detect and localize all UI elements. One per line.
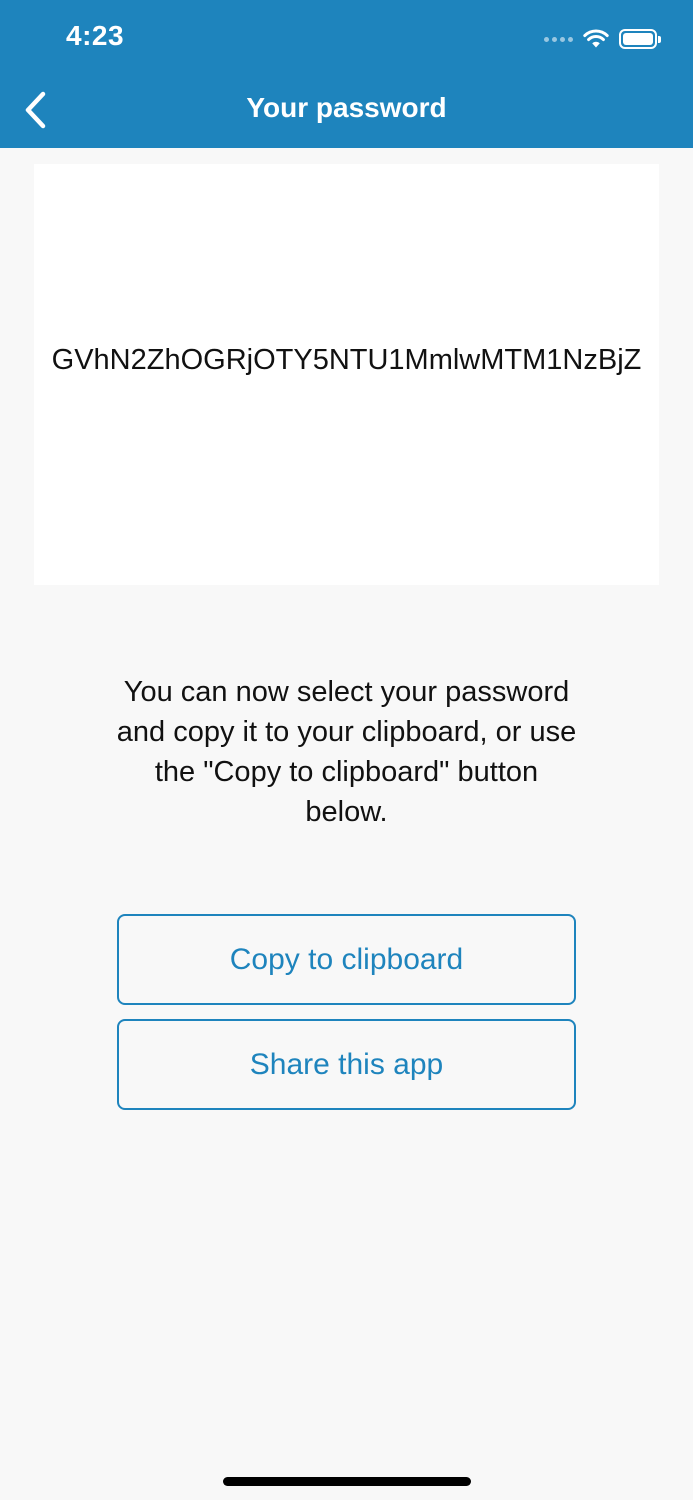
cellular-signal-icon: [544, 36, 573, 42]
battery-icon: [619, 29, 661, 49]
share-button-label: Share this app: [249, 1047, 444, 1081]
page-title: Your password: [246, 92, 447, 123]
navigation-header: 4:23 Your password: [0, 0, 693, 148]
copy-to-clipboard-button[interactable]: Copy to clipboard: [117, 914, 576, 1005]
share-app-button[interactable]: Share this app: [117, 1019, 576, 1110]
home-indicator: [223, 1477, 471, 1486]
instructions-text: You can now select your password and cop…: [116, 676, 577, 828]
copy-button-label: Copy to clipboard: [229, 942, 464, 976]
password-text[interactable]: GVhN2ZhOGRjOTY5NTU1MmlwMTM1NzBjZ: [34, 340, 659, 380]
status-time: 4:23: [66, 20, 125, 51]
wifi-icon: [583, 29, 609, 48]
password-display: GVhN2ZhOGRjOTY5NTU1MmlwMTM1NzBjZ: [34, 164, 659, 585]
status-icons: [544, 24, 661, 54]
